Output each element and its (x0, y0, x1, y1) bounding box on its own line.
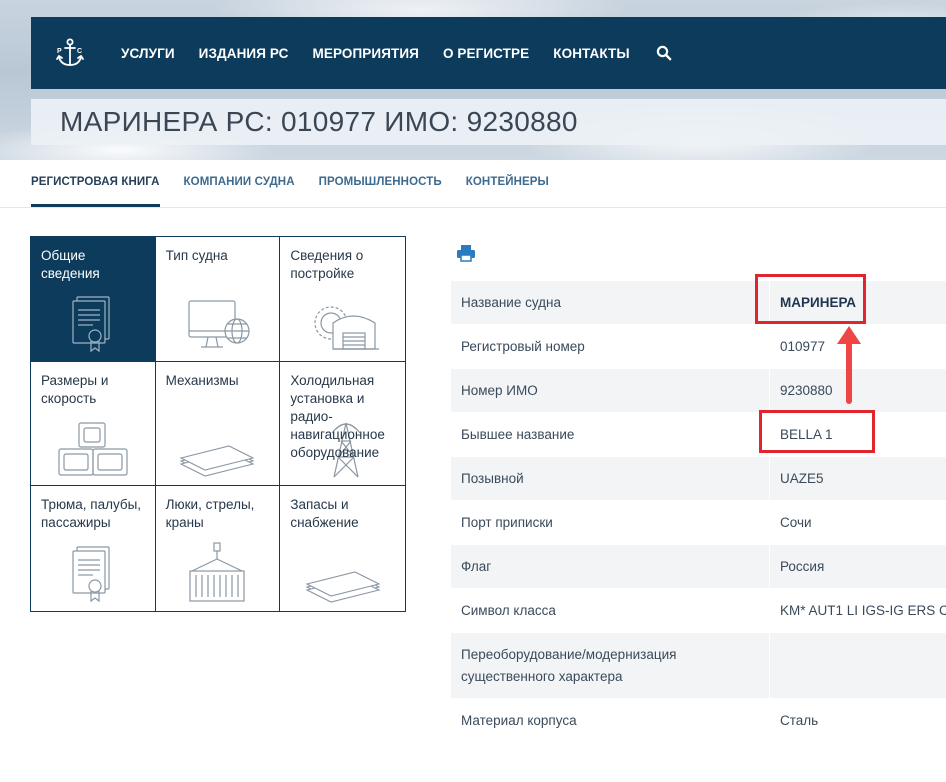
category-refrigeration-radio[interactable]: Холодильная установка и радио-навигацион… (280, 361, 405, 487)
certificate-icon (72, 296, 110, 352)
svg-text:С: С (77, 48, 82, 55)
detail-label: Флаг (451, 545, 770, 588)
boxes-icon (58, 422, 128, 476)
title-bar: МАРИНЕРА РС: 010977 ИМО: 9230880 (31, 99, 946, 145)
table-row: Бывшее название BELLA 1 (451, 413, 946, 457)
category-dimensions-speed[interactable]: Размеры и скорость (31, 361, 156, 487)
category-construction-info[interactable]: Сведения о постройке (280, 237, 405, 362)
sheets-icon (305, 571, 381, 603)
category-label: Запасы и снабжение (290, 497, 359, 531)
vessel-name-value: МАРИНЕРА (780, 295, 857, 310)
table-row: Материал корпуса Сталь (451, 699, 946, 743)
class-symbol-value: KM* AUT1 LI IGS-IG ERS COW (780, 603, 946, 618)
detail-label: Название судна (451, 281, 770, 324)
table-row: Порт приписки Сочи (451, 501, 946, 545)
category-general-info[interactable]: Общие сведения (31, 237, 156, 362)
search-icon[interactable] (656, 45, 672, 61)
shipyard-icon (314, 306, 379, 350)
flag-value: Россия (780, 559, 825, 574)
detail-label: Переоборудование/модернизация существенн… (451, 633, 770, 698)
category-machinery[interactable]: Механизмы (155, 361, 281, 487)
tab-containers[interactable]: КОНТЕЙНЕРЫ (466, 176, 549, 207)
top-navbar: Р С УСЛУГИ ИЗДАНИЯ РС МЕРОПРИЯТИЯ О РЕГИ… (31, 17, 946, 89)
table-row: Флаг Россия (451, 545, 946, 589)
print-icon[interactable] (456, 244, 476, 262)
detail-label: Материал корпуса (451, 699, 770, 742)
detail-label: Регистровый номер (451, 325, 770, 368)
hull-material-value: Сталь (780, 713, 819, 728)
certificate-icon (72, 546, 110, 603)
nav-item-contacts[interactable]: КОНТАКТЫ (553, 46, 629, 61)
nav-item-services[interactable]: УСЛУГИ (121, 46, 175, 61)
nav-item-about[interactable]: О РЕГИСТРЕ (443, 46, 529, 61)
category-label: Трюма, палубы, пассажиры (41, 497, 142, 531)
table-row: Номер ИМО 9230880 (451, 369, 946, 413)
category-ship-type[interactable]: Тип судна (155, 237, 281, 362)
category-holds-decks-passengers[interactable]: Трюма, палубы, пассажиры (31, 486, 156, 611)
nav-item-events[interactable]: МЕРОПРИЯТИЯ (313, 46, 419, 61)
category-label: Сведения о постройке (290, 248, 364, 281)
category-label: Холодильная установка и радио-навигацион… (290, 372, 385, 460)
category-label: Тип судна (165, 248, 228, 263)
vessel-details-table: Название судна МАРИНЕРА Регистровый номе… (451, 281, 946, 743)
detail-label: Бывшее название (451, 413, 770, 456)
category-label: Механизмы (165, 372, 239, 388)
table-row: Символ класса KM* AUT1 LI IGS-IG ERS COW (451, 589, 946, 633)
detail-label: Позывной (451, 457, 770, 500)
detail-label: Порт приписки (451, 501, 770, 544)
subtabs: РЕГИСТРОВАЯ КНИГА КОМПАНИИ СУДНА ПРОМЫШЛ… (0, 160, 946, 208)
sheets-icon (179, 445, 256, 477)
conversion-value (770, 633, 946, 698)
table-row: Позывной UAZE5 (451, 457, 946, 501)
tab-industry[interactable]: ПРОМЫШЛЕННОСТЬ (319, 176, 442, 207)
port-of-registry-value: Сочи (780, 515, 812, 530)
category-hatches-booms-cranes[interactable]: Люки, стрелы, краны (155, 486, 281, 611)
container-crane-icon (189, 542, 246, 602)
detail-label: Символ класса (451, 589, 770, 632)
svg-text:Р: Р (57, 48, 62, 55)
page-title: МАРИНЕРА РС: 010977 ИМО: 9230880 (60, 106, 578, 137)
monitor-globe-icon (188, 300, 251, 348)
table-row: Переоборудование/модернизация существенн… (451, 633, 946, 699)
table-row: Название судна МАРИНЕРА (451, 281, 946, 325)
arrow-up-icon (837, 326, 861, 404)
category-label: Люки, стрелы, краны (165, 497, 255, 531)
table-row: Регистровый номер 010977 (451, 325, 946, 369)
category-supplies[interactable]: Запасы и снабжение (280, 486, 405, 611)
category-label: Размеры и скорость (41, 372, 109, 406)
category-label: Общие сведения (41, 248, 100, 281)
tab-ship-companies[interactable]: КОМПАНИИ СУДНА (184, 176, 295, 207)
tab-register-book[interactable]: РЕГИСТРОВАЯ КНИГА (31, 176, 160, 207)
anchor-logo-icon: Р С (56, 38, 84, 66)
detail-label: Номер ИМО (451, 369, 770, 412)
former-name-value: BELLA 1 (780, 427, 833, 442)
nav-item-publications[interactable]: ИЗДАНИЯ РС (199, 46, 289, 61)
category-grid: Общие сведения Тип судна Сведения о пост… (30, 236, 406, 612)
call-sign-value: UAZE5 (780, 471, 824, 486)
logo[interactable]: Р С (31, 17, 109, 89)
